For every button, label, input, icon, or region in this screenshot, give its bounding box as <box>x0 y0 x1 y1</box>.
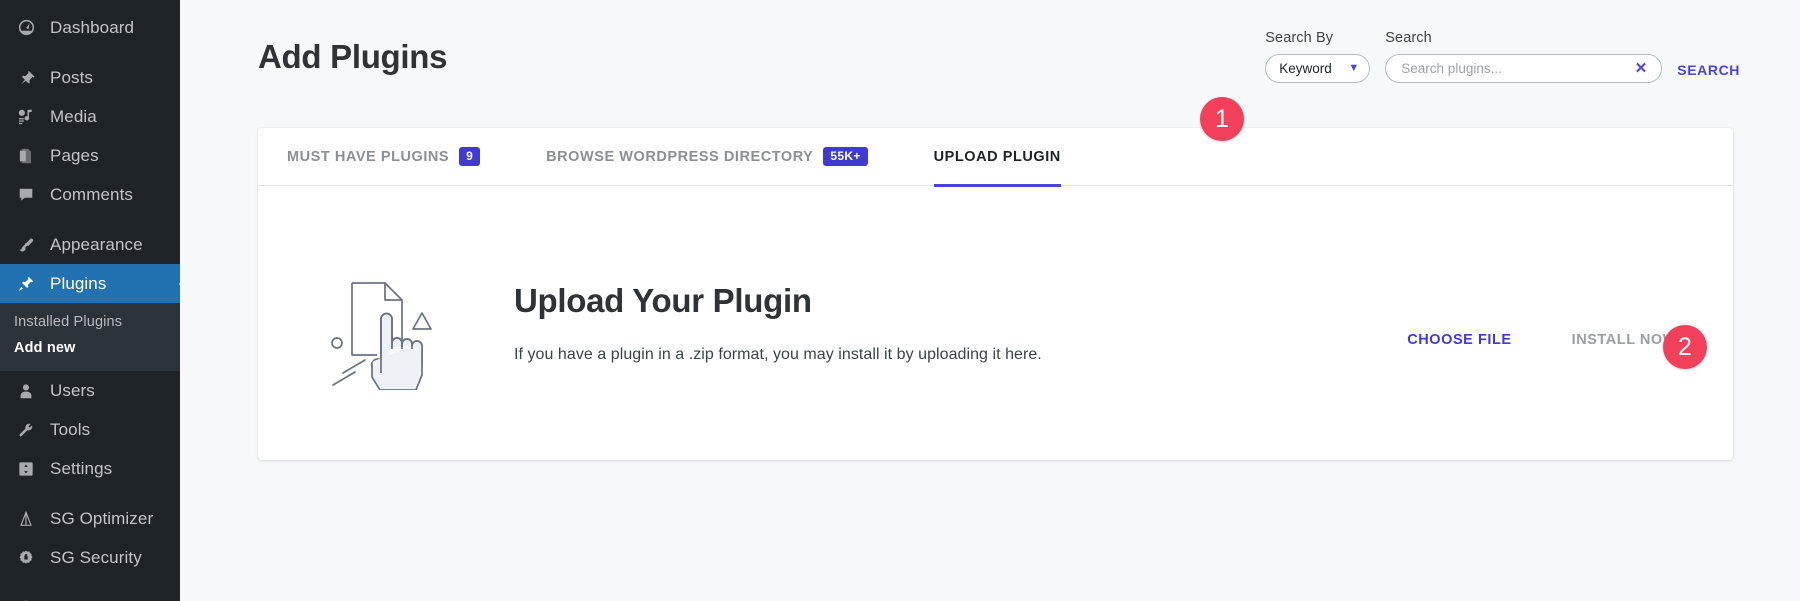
sidebar-item-label: SG Security <box>50 548 142 568</box>
sidebar-item-dashboard[interactable]: Dashboard <box>0 8 180 47</box>
page-title: Add Plugins <box>258 38 447 76</box>
sidebar-divider <box>0 577 180 588</box>
comments-icon <box>14 183 38 207</box>
sidebar-item-sg-optimizer[interactable]: SG Optimizer <box>0 499 180 538</box>
sidebar-item-label: Media <box>50 107 97 127</box>
submenu-item-add-new[interactable]: Add new <box>0 335 180 361</box>
sidebar-item-comments[interactable]: Comments <box>0 175 180 214</box>
sidebar-divider <box>0 488 180 499</box>
sidebar-divider <box>0 214 180 225</box>
search-by-value: Keyword <box>1279 61 1332 76</box>
upload-heading: Upload Your Plugin <box>514 282 1407 320</box>
submenu-item-label: Add new <box>14 340 75 356</box>
tab-label: MUST HAVE PLUGINS <box>287 149 449 165</box>
media-icon <box>14 105 38 129</box>
sidebar-item-label: Plugins <box>50 274 106 294</box>
search-input[interactable] <box>1401 61 1621 76</box>
tab-label: UPLOAD PLUGIN <box>934 149 1061 165</box>
sidebar-item-collapse-menu[interactable]: Collapse menu <box>0 588 180 601</box>
search-by-group: Search By Keyword ▼ <box>1265 30 1370 83</box>
upload-description: If you have a plugin in a .zip format, y… <box>514 346 1407 364</box>
wordpress-admin-screen: Dashboard Posts Media <box>0 0 1800 601</box>
annotation-badge-1: 1 <box>1200 97 1244 141</box>
pages-icon <box>14 144 38 168</box>
sidebar-item-tools[interactable]: Tools <box>0 410 180 449</box>
plugins-card: MUST HAVE PLUGINS 9 BROWSE WORDPRESS DIR… <box>258 128 1733 460</box>
collapse-icon <box>14 596 38 601</box>
sidebar-item-settings[interactable]: Settings <box>0 449 180 488</box>
install-now-button: INSTALL NOW <box>1572 332 1677 348</box>
plugins-submenu: Installed Plugins Add new <box>0 303 180 371</box>
close-icon[interactable]: ✕ <box>1635 61 1648 76</box>
choose-file-button[interactable]: CHOOSE FILE <box>1407 332 1511 348</box>
sidebar-item-label: Appearance <box>50 235 143 255</box>
sg-optimizer-icon <box>14 507 38 531</box>
sidebar-item-appearance[interactable]: Appearance <box>0 225 180 264</box>
search-button[interactable]: SEARCH <box>1677 62 1740 83</box>
sidebar-item-plugins[interactable]: Plugins <box>0 264 180 303</box>
search-controls: Search By Keyword ▼ Search ✕ SEARCH <box>1265 30 1740 83</box>
wrench-icon <box>14 418 38 442</box>
sidebar-divider <box>0 47 180 58</box>
settings-icon <box>14 457 38 481</box>
admin-sidebar: Dashboard Posts Media <box>0 0 180 601</box>
user-icon <box>14 379 38 403</box>
sidebar-item-label: Tools <box>50 420 90 440</box>
sidebar-item-media[interactable]: Media <box>0 97 180 136</box>
tab-browse-wordpress-directory[interactable]: BROWSE WORDPRESS DIRECTORY 55K+ <box>546 128 868 186</box>
sidebar-item-label: Posts <box>50 68 93 88</box>
upload-panel: Upload Your Plugin If you have a plugin … <box>258 186 1733 459</box>
brush-icon <box>14 233 38 257</box>
main-content: Add Plugins Search By Keyword ▼ Search ✕ <box>180 0 1800 601</box>
submenu-item-label: Installed Plugins <box>14 314 122 330</box>
pin-icon <box>14 66 38 90</box>
sidebar-item-label: Collapse menu <box>50 598 165 601</box>
sidebar-item-label: Dashboard <box>50 18 134 38</box>
sidebar-item-label: Settings <box>50 459 112 479</box>
upload-text-block: Upload Your Plugin If you have a plugin … <box>494 282 1407 364</box>
tab-badge: 9 <box>459 147 480 167</box>
search-input-wrapper[interactable]: ✕ <box>1385 54 1662 83</box>
sidebar-item-posts[interactable]: Posts <box>0 58 180 97</box>
submenu-item-installed-plugins[interactable]: Installed Plugins <box>0 309 180 335</box>
sidebar-item-pages[interactable]: Pages <box>0 136 180 175</box>
tab-label: BROWSE WORDPRESS DIRECTORY <box>546 149 813 165</box>
search-field-group: Search ✕ <box>1385 30 1662 83</box>
sidebar-item-label: SG Optimizer <box>50 509 153 529</box>
tab-upload-plugin[interactable]: UPLOAD PLUGIN <box>934 128 1061 186</box>
sidebar-item-users[interactable]: Users <box>0 371 180 410</box>
search-label: Search <box>1385 30 1662 46</box>
tab-badge: 55K+ <box>823 147 867 167</box>
sg-security-icon <box>14 546 38 570</box>
sidebar-item-label: Pages <box>50 146 99 166</box>
page-header: Add Plugins Search By Keyword ▼ Search ✕ <box>180 0 1800 112</box>
sidebar-item-sg-security[interactable]: SG Security <box>0 538 180 577</box>
plugin-tabs: MUST HAVE PLUGINS 9 BROWSE WORDPRESS DIR… <box>258 128 1733 186</box>
tab-must-have-plugins[interactable]: MUST HAVE PLUGINS 9 <box>287 128 480 186</box>
sidebar-item-label: Comments <box>50 185 133 205</box>
annotation-badge-2: 2 <box>1663 325 1707 369</box>
plug-icon <box>14 272 38 296</box>
document-hand-pointer-icon <box>294 255 494 390</box>
chevron-down-icon: ▼ <box>1348 63 1359 74</box>
sidebar-item-label: Users <box>50 381 95 401</box>
search-by-select[interactable]: Keyword ▼ <box>1265 54 1370 83</box>
search-by-label: Search By <box>1265 30 1370 46</box>
dashboard-icon <box>14 16 38 40</box>
